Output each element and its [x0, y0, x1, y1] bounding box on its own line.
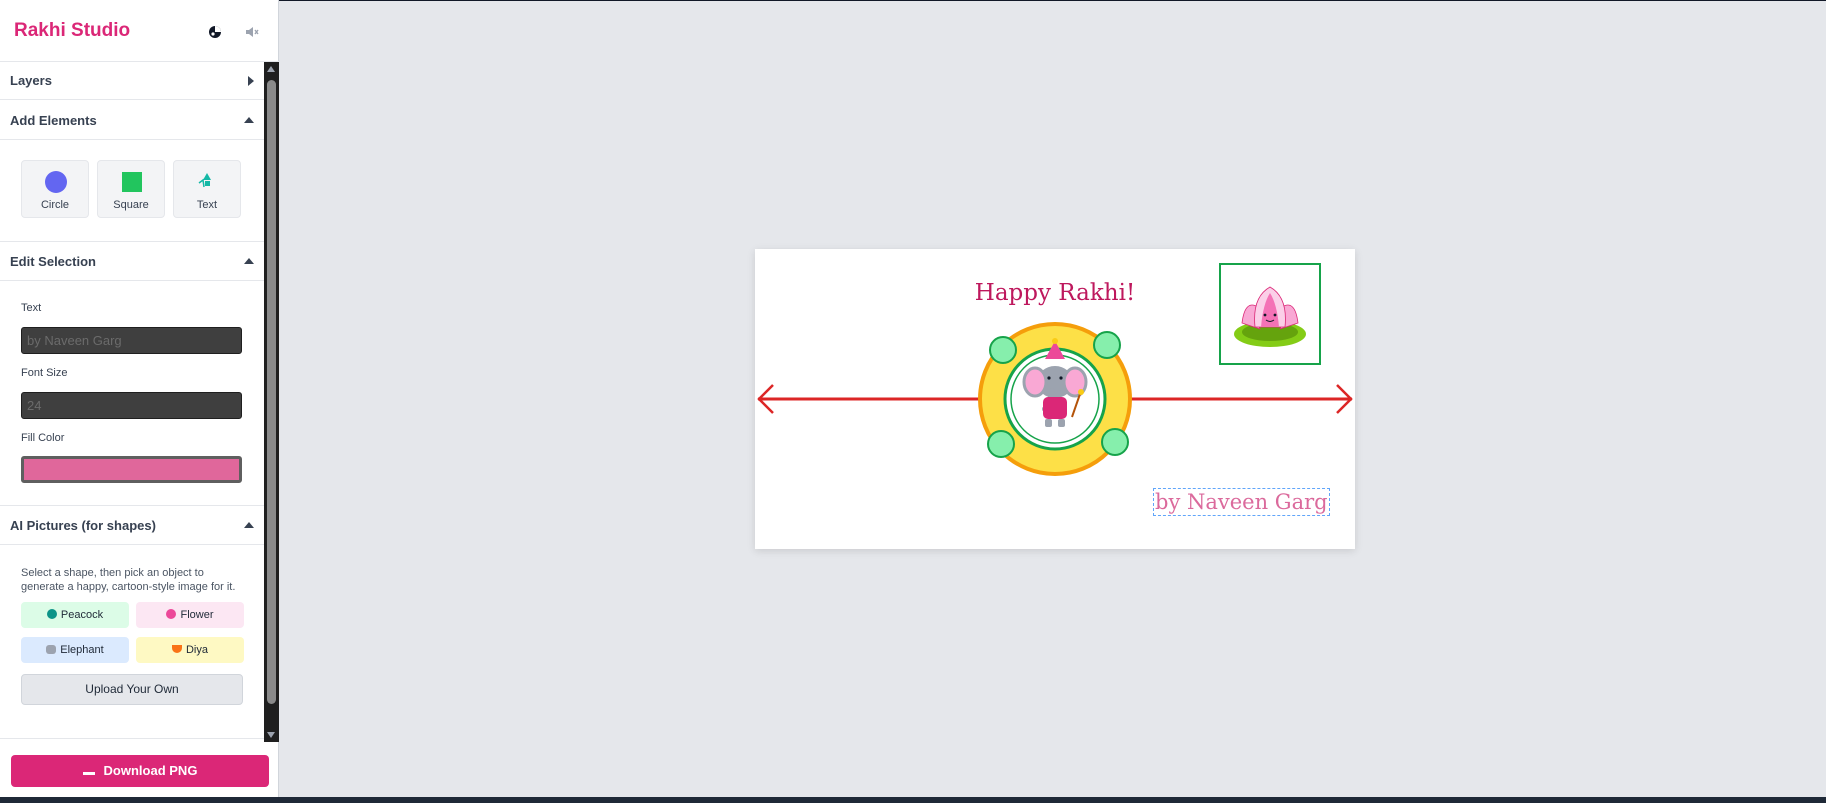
- download-icon: [82, 772, 95, 776]
- ai-pictures-description: Select a shape, then pick an object to g…: [21, 567, 236, 593]
- sidebar-header: Rakhi Studio: [0, 0, 279, 62]
- download-label: Download PNG: [103, 763, 198, 778]
- font-size-label: Font Size: [21, 367, 68, 379]
- elephant-icon: [46, 645, 57, 654]
- ai-picture-flower-button[interactable]: Flower: [136, 602, 244, 628]
- square-icon: [122, 172, 142, 192]
- chevron-up-icon: [244, 258, 254, 264]
- scroll-down-icon[interactable]: [267, 732, 275, 738]
- chevron-right-icon: [248, 76, 254, 86]
- text-field-label: Text: [21, 302, 42, 314]
- divider: [0, 738, 264, 739]
- app-title: Rakhi Studio: [14, 20, 131, 41]
- ai-pictures-label: AI Pictures (for shapes): [10, 518, 156, 533]
- sidebar-scrollbar[interactable]: [264, 62, 279, 742]
- volume-icon[interactable]: [243, 23, 261, 41]
- ai-pictures-section-header[interactable]: AI Pictures (for shapes): [0, 507, 264, 545]
- divider: [0, 241, 264, 242]
- font-size-input[interactable]: [21, 392, 242, 419]
- chevron-up-icon: [244, 117, 254, 123]
- fill-color-picker[interactable]: [21, 456, 242, 483]
- card-title[interactable]: Happy Rakhi!: [755, 280, 1355, 306]
- download-png-button[interactable]: Download PNG: [11, 755, 269, 787]
- add-elements-label: Add Elements: [10, 113, 97, 128]
- ai-picture-peacock-button[interactable]: Peacock: [21, 602, 129, 628]
- lotus-image-square[interactable]: [1219, 263, 1321, 365]
- add-circle-label: Circle: [40, 199, 70, 211]
- layers-label: Layers: [10, 73, 52, 88]
- diya-icon: [171, 645, 182, 653]
- diya-label: Diya: [185, 644, 208, 656]
- edit-selection-section-header[interactable]: Edit Selection: [0, 243, 264, 281]
- peacock-label: Peacock: [60, 609, 104, 621]
- bead-bottom-right[interactable]: [1101, 428, 1129, 456]
- add-square-button[interactable]: Square: [97, 160, 165, 218]
- scroll-up-icon[interactable]: [267, 66, 275, 72]
- add-circle-button[interactable]: Circle: [21, 160, 89, 218]
- sidebar-scroll-area: Layers Add Elements Circle Square Text E…: [0, 62, 264, 742]
- sidebar: Rakhi Studio Layers Add Elements Circle: [0, 0, 279, 797]
- upload-your-own-button[interactable]: Upload Your Own: [21, 674, 243, 705]
- bead-top-right[interactable]: [1093, 331, 1121, 359]
- flower-label: Flower: [180, 609, 214, 621]
- add-text-button[interactable]: Text: [173, 160, 241, 218]
- ai-picture-diya-button[interactable]: Diya: [136, 637, 244, 663]
- text-input[interactable]: [21, 327, 242, 354]
- window-bottom-bar: [0, 797, 1826, 803]
- add-square-label: Square: [113, 199, 149, 211]
- bead-bottom-left[interactable]: [987, 430, 1015, 458]
- add-elements-section-header[interactable]: Add Elements: [0, 102, 264, 140]
- divider: [0, 505, 264, 506]
- chevron-up-icon: [244, 522, 254, 528]
- elephant-label: Elephant: [60, 644, 104, 656]
- bead-top-left[interactable]: [989, 336, 1017, 364]
- flower-icon: [166, 609, 177, 619]
- text-icon: [198, 173, 211, 188]
- circle-icon: [45, 171, 67, 193]
- edit-selection-label: Edit Selection: [10, 254, 96, 269]
- add-text-label: Text: [196, 199, 218, 211]
- rakhi-canvas[interactable]: Happy Rakhi! by Naveen Garg: [755, 249, 1355, 549]
- peacock-icon: [46, 609, 57, 619]
- byline-text-selected[interactable]: by Naveen Garg: [1153, 488, 1330, 516]
- layers-section-header[interactable]: Layers: [0, 62, 264, 100]
- ai-picture-elephant-button[interactable]: Elephant: [21, 637, 129, 663]
- fill-color-label: Fill Color: [21, 432, 65, 444]
- theme-toggle-icon[interactable]: [206, 23, 224, 41]
- scroll-thumb[interactable]: [267, 80, 276, 704]
